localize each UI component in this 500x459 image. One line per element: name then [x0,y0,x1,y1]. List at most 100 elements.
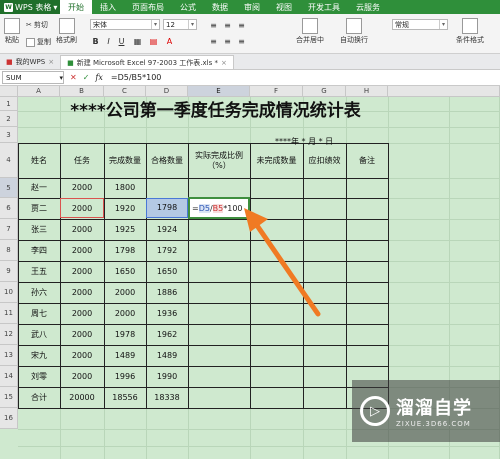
table-cell[interactable]: 1990 [146,366,188,387]
table-cell[interactable]: 张三 [18,219,60,240]
table-cell[interactable]: 李四 [18,240,60,261]
table-cell[interactable]: 2000 [60,345,104,366]
row-header-5[interactable]: 5 [0,178,18,198]
align-middle-icon[interactable]: ≡ [222,20,233,31]
select-all-corner[interactable] [0,86,18,97]
italic-button[interactable]: I [103,36,114,47]
column-header-c[interactable]: C [104,86,146,97]
confirm-icon[interactable]: ✓ [83,73,90,82]
table-cell[interactable]: 1978 [104,324,146,345]
tab-current-file[interactable]: ■ 新建 Microsoft Excel 97-2003 工作表.xls * × [60,55,234,69]
table-cell[interactable]: 2000 [60,178,104,198]
cancel-icon[interactable]: ✕ [70,73,77,82]
table-cell[interactable]: 1792 [146,240,188,261]
fill-color-icon[interactable]: ▤ [148,36,159,47]
column-header-h[interactable]: H [346,86,388,97]
row-header-2[interactable]: 2 [0,111,18,127]
tab-formulas[interactable]: 公式 [172,0,204,14]
table-cell[interactable]: 1920 [104,198,146,219]
row-header-13[interactable]: 13 [0,345,18,366]
table-cell[interactable]: 贾二 [18,198,60,219]
table-cell[interactable]: 2000 [104,303,146,324]
table-cell[interactable]: 合计 [18,387,60,408]
tab-home[interactable]: 开始 [60,0,92,14]
table-cell[interactable]: 1925 [104,219,146,240]
bold-button[interactable]: B [90,36,101,47]
column-header-f[interactable]: F [250,86,303,97]
table-cell[interactable]: 18556 [104,387,146,408]
table-header-cell[interactable]: 合格数量 [146,143,188,178]
align-center-icon[interactable]: ≡ [222,36,233,47]
tab-page-layout[interactable]: 页面布局 [124,0,172,14]
tab-cloud[interactable]: 云服务 [348,0,388,14]
tab-developer[interactable]: 开发工具 [300,0,348,14]
row-header-16[interactable]: 16 [0,408,18,429]
table-cell[interactable]: 王五 [18,261,60,282]
row-header-4[interactable]: 4 [0,143,18,178]
insert-function-button[interactable]: fx [95,73,102,82]
table-cell[interactable]: 2000 [104,282,146,303]
row-header-3[interactable]: 3 [0,127,18,143]
table-header-cell[interactable]: 应扣绩效 [303,143,346,178]
table-header-cell[interactable]: 完成数量 [104,143,146,178]
close-icon[interactable]: × [48,58,54,66]
tab-view[interactable]: 视图 [268,0,300,14]
table-header-cell[interactable]: 实际完成比例（%） [188,143,250,178]
row-header-8[interactable]: 8 [0,240,18,261]
table-cell[interactable]: 2000 [60,303,104,324]
row-header-10[interactable]: 10 [0,282,18,303]
table-cell[interactable]: 1798 [104,240,146,261]
table-cell[interactable]: 武八 [18,324,60,345]
format-painter-button[interactable]: 格式刷 [56,18,77,45]
table-header-cell[interactable]: 任务 [60,143,104,178]
row-header-11[interactable]: 11 [0,303,18,324]
table-cell[interactable]: 2000 [60,261,104,282]
app-menu-button[interactable]: W WPS 表格 ▾ [0,0,60,14]
table-cell[interactable]: 2000 [60,366,104,387]
number-format-select[interactable]: 常规 ▾ [392,19,448,30]
column-header-d[interactable]: D [146,86,188,97]
table-cell[interactable]: 1489 [104,345,146,366]
merge-center-button[interactable]: 合并居中 [296,18,324,45]
table-cell[interactable]: 1962 [146,324,188,345]
font-name-select[interactable]: 宋体 ▾ [90,19,160,30]
table-header-cell[interactable]: 备注 [346,143,388,178]
table-cell[interactable]: 孙六 [18,282,60,303]
table-cell[interactable]: 周七 [18,303,60,324]
paste-button[interactable]: 粘贴 [4,18,20,45]
cut-button[interactable]: ✂ 剪切 [26,20,48,30]
table-cell[interactable]: 赵一 [18,178,60,198]
row-header-15[interactable]: 15 [0,387,18,408]
wrap-text-button[interactable]: 自动换行 [340,18,368,45]
row-header-14[interactable]: 14 [0,366,18,387]
tab-insert[interactable]: 插入 [92,0,124,14]
table-cell[interactable]: 2000 [60,282,104,303]
table-header-cell[interactable]: 姓名 [18,143,60,178]
tab-my-wps[interactable]: ■ 我的WPS × [0,55,60,69]
sheet-title[interactable]: ****公司第一季度任务完成情况统计表 [18,97,413,127]
formula-input[interactable]: =D5/B5*100 [111,73,162,82]
table-cell[interactable]: 1924 [146,219,188,240]
font-size-select[interactable]: 12 ▾ [163,19,197,30]
align-right-icon[interactable]: ≡ [236,36,247,47]
column-header-g[interactable]: G [303,86,346,97]
table-cell[interactable]: 1996 [104,366,146,387]
row-header-6[interactable]: 6 [0,198,18,219]
conditional-format-button[interactable]: 条件格式 [456,18,484,45]
copy-button[interactable]: 复制 [26,37,51,47]
tab-review[interactable]: 审阅 [236,0,268,14]
cell-d5-value[interactable]: 1798 [146,198,188,218]
active-cell-editor[interactable]: = D5 / B5 *100 [188,197,250,219]
table-cell[interactable]: 2000 [60,240,104,261]
table-cell[interactable]: 刘零 [18,366,60,387]
border-icon[interactable]: ▦ [132,36,143,47]
row-header-12[interactable]: 12 [0,324,18,345]
table-cell[interactable]: 18338 [146,387,188,408]
align-top-icon[interactable]: ≡ [208,20,219,31]
table-cell[interactable]: 1650 [104,261,146,282]
table-cell[interactable]: 20000 [60,387,104,408]
table-cell[interactable]: 2000 [60,219,104,240]
table-cell[interactable]: 1800 [104,178,146,198]
close-icon[interactable]: × [221,59,227,67]
table-cell[interactable]: 1489 [146,345,188,366]
